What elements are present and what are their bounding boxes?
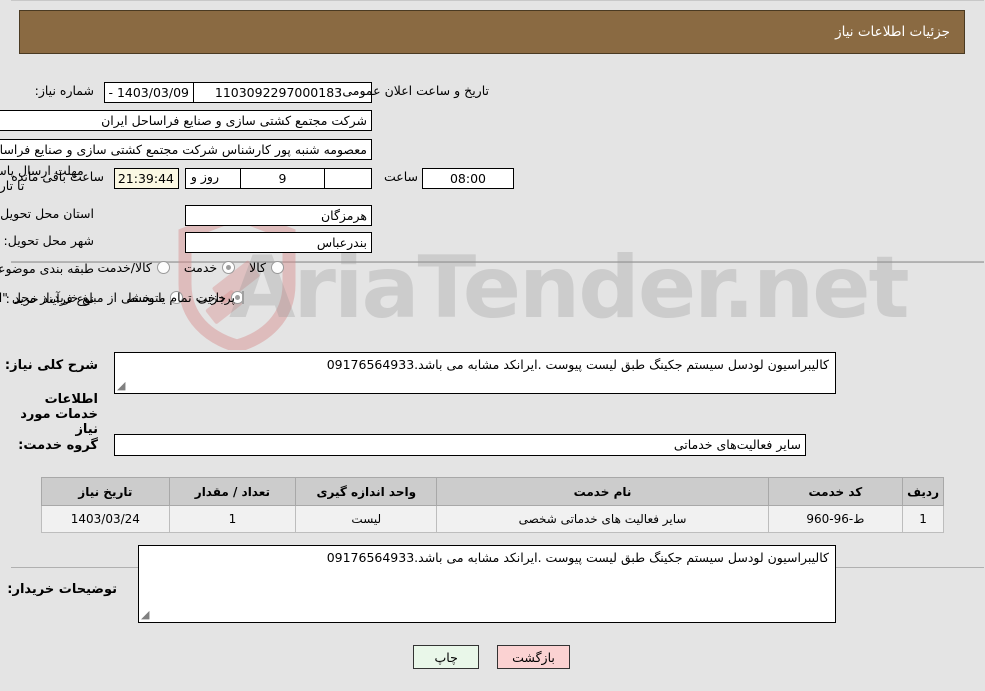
days-remaining-field-wrap: 9 (241, 168, 326, 189)
radio-category-khedmat-label: خدمت (184, 260, 219, 275)
days-remaining-value: 9 (241, 168, 326, 189)
table-row: 1 ط-96-960 سایر فعالیت های خدماتی شخصی ل… (42, 505, 945, 533)
cell-service-name: سایر فعالیت های خدماتی شخصی (437, 505, 770, 533)
radio-category-kala-khedmat[interactable] (157, 261, 171, 274)
page-title: جزئیات اطلاعات نیاز (836, 24, 951, 40)
need-number-label-wrap: شماره نیاز: (36, 83, 95, 98)
countdown-value: 21:39:44 (115, 168, 180, 189)
services-heading: اطلاعات خدمات مورد نیاز (21, 392, 99, 437)
deadline-time-label: ساعت (384, 169, 419, 184)
col-quantity: تعداد / مقدار (169, 477, 298, 506)
resize-grip-icon[interactable]: ◢ (118, 380, 130, 392)
print-button[interactable]: چاپ (414, 645, 481, 669)
deadline-time-value: 08:00 (423, 168, 515, 189)
col-need-date: تاریخ نیاز (42, 477, 171, 506)
treasury-note-label: پرداخت تمام یا بخشی از مبلغ خرید،از محل … (0, 290, 236, 305)
cell-row-no: 1 (903, 505, 945, 533)
radio-category-kala-khedmat-label: کالا/خدمت (98, 260, 153, 275)
service-group-label: گروه خدمت: (19, 438, 99, 453)
announce-datetime-field-wrap: 1403/03/09 - 10:03 (105, 82, 195, 103)
col-row-no: ردیف (903, 477, 945, 506)
buyer-notes-label: توضیحات خریدار: (8, 582, 118, 597)
hours-remaining-wrap: ساعت باقی مانده (12, 169, 105, 184)
category-label: طبقه بندی موضوعی: (0, 261, 95, 276)
general-desc-value: کالیبراسیون لودسل سیستم جکینگ طبق لیست پ… (327, 357, 830, 372)
back-button[interactable]: بازگشت (498, 645, 571, 669)
deadline-time-label-wrap: ساعت (385, 169, 419, 184)
province-field-wrap: هرمزگان (186, 205, 373, 226)
buyer-notes-value: کالیبراسیون لودسل سیستم جکینگ طبق لیست پ… (327, 550, 830, 565)
hours-remaining-label: ساعت باقی مانده (12, 169, 105, 184)
creator-value: معصومه شنبه پور کارشناس شرکت مجتمع کشتی … (0, 139, 373, 160)
city-field-wrap: بندرعباس (186, 232, 373, 253)
creator-field-wrap: معصومه شنبه پور کارشناس شرکت مجتمع کشتی … (0, 139, 373, 160)
province-value: هرمزگان (186, 205, 373, 226)
page-header-bar: جزئیات اطلاعات نیاز (20, 10, 966, 54)
cell-service-code: ط-96-960 (768, 505, 905, 533)
cell-unit: لیست (296, 505, 439, 533)
announce-datetime-label-wrap: تاریخ و ساعت اعلان عمومی: (339, 83, 490, 98)
col-service-name: نام خدمت (437, 477, 770, 506)
col-service-code: کد خدمت (768, 477, 905, 506)
treasury-checkbox[interactable] (243, 291, 245, 304)
service-group-value: سایر فعالیت‌های خدماتی (115, 434, 807, 456)
resize-grip-icon-2[interactable]: ◢ (142, 609, 154, 621)
countdown-field-wrap: 21:39:44 (115, 168, 180, 189)
buyer-notes-textarea[interactable]: کالیبراسیون لودسل سیستم جکینگ طبق لیست پ… (139, 545, 837, 623)
cell-quantity: 1 (169, 505, 298, 533)
days-word-label: روز و (191, 169, 220, 184)
announce-datetime-value: 1403/03/09 - 10:03 (105, 82, 195, 103)
category-radio-group: کالا خدمت کالا/خدمت (84, 260, 285, 275)
city-label-wrap: شهر محل تحویل: (5, 233, 95, 248)
city-value: بندرعباس (186, 232, 373, 253)
city-label: شهر محل تحویل: (4, 233, 95, 248)
need-number-label: شماره نیاز: (35, 83, 95, 98)
general-desc-textarea[interactable]: کالیبراسیون لودسل سیستم جکینگ طبق لیست پ… (115, 352, 837, 394)
buyer-org-field-wrap: شرکت مجتمع کشتی سازی و صنایع فراساحل ایر… (0, 110, 373, 131)
cell-need-date: 1403/03/24 (42, 505, 171, 533)
radio-category-kala-label: کالا (250, 260, 267, 275)
service-items-table: ردیف کد خدمت نام خدمت واحد اندازه گیری ت… (42, 477, 945, 533)
announce-datetime-label: تاریخ و ساعت اعلان عمومی: (339, 83, 490, 98)
province-label: استان محل تحویل: (0, 206, 95, 221)
buyer-org-value: شرکت مجتمع کشتی سازی و صنایع فراساحل ایر… (0, 110, 373, 131)
days-word-wrap: روز و (192, 169, 220, 184)
table-header-row: ردیف کد خدمت نام خدمت واحد اندازه گیری ت… (42, 477, 945, 506)
radio-category-kala[interactable] (272, 261, 285, 274)
category-label-wrap: طبقه بندی موضوعی: (0, 261, 95, 276)
col-unit: واحد اندازه گیری (296, 477, 439, 506)
province-label-wrap: استان محل تحویل: (0, 206, 95, 221)
action-button-bar: بازگشت چاپ (0, 645, 985, 669)
general-desc-label: شرح کلی نیاز: (5, 358, 99, 373)
treasury-note-wrap: پرداخت تمام یا بخشی از مبلغ خرید،از محل … (0, 290, 245, 305)
deadline-time-field-wrap: 08:00 (423, 168, 515, 189)
radio-category-khedmat[interactable] (223, 261, 237, 274)
